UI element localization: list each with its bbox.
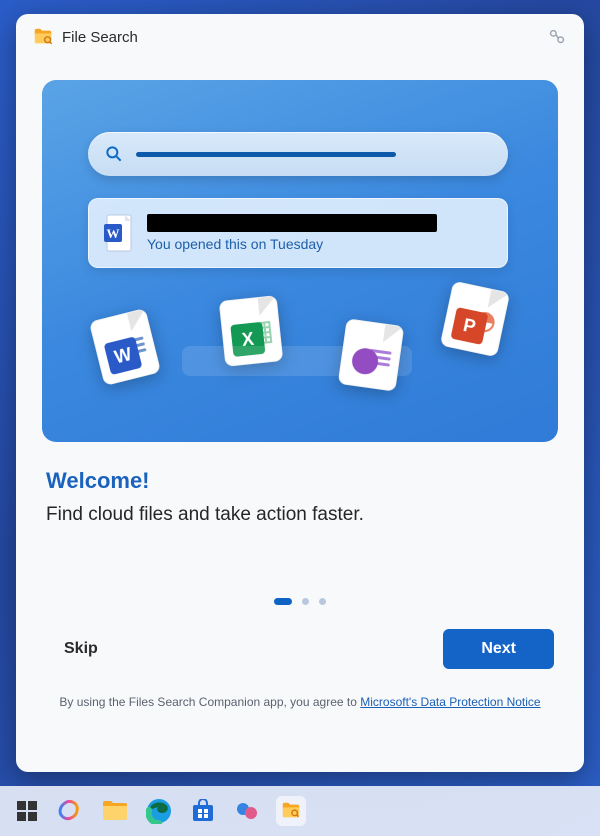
magnifier-icon [104, 144, 124, 164]
privacy-link[interactable]: Microsoft's Data Protection Notice [360, 695, 540, 709]
app-icon [32, 26, 54, 48]
taskbar-filesearch-icon[interactable] [276, 796, 306, 826]
svg-text:W: W [107, 226, 120, 241]
hero-result-subtitle: You opened this on Tuesday [147, 236, 493, 252]
taskbar-explorer-icon[interactable] [100, 796, 130, 826]
welcome-subtitle: Find cloud files and take action faster. [46, 504, 554, 526]
button-row: Skip Next [46, 629, 554, 669]
app-window: File Search W You opened this on Tuesday… [16, 14, 584, 772]
welcome-heading: Welcome! [46, 468, 554, 494]
word-file-icon: W [89, 308, 161, 386]
search-text-placeholder [136, 152, 396, 157]
hero-result-title-redacted [147, 214, 437, 232]
taskbar-edge-icon[interactable] [144, 796, 174, 826]
settings-icon[interactable] [546, 26, 568, 48]
taskbar-start-icon[interactable] [12, 796, 42, 826]
taskbar-store-icon[interactable] [188, 796, 218, 826]
app-title: File Search [62, 29, 546, 46]
page-dot-1[interactable] [274, 598, 292, 605]
page-dot-2[interactable] [302, 598, 309, 605]
footer-prefix: By using the Files Search Companion app,… [59, 695, 360, 709]
page-indicator [16, 598, 584, 605]
content-text: Welcome! Find cloud files and take actio… [46, 468, 554, 526]
taskbar-copilot-icon[interactable] [56, 796, 86, 826]
word-doc-icon: W [103, 214, 135, 252]
hero-search-bar [88, 132, 508, 176]
titlebar: File Search [16, 14, 584, 60]
taskbar [0, 786, 600, 836]
hero-illustration: W You opened this on Tuesday W X P [42, 80, 558, 442]
hero-result-card: W You opened this on Tuesday [88, 198, 508, 268]
powerpoint-file-icon: P [440, 281, 510, 358]
hero-ghost-row [182, 346, 412, 376]
footer-text: By using the Files Search Companion app,… [46, 695, 554, 709]
next-button[interactable]: Next [443, 629, 554, 669]
skip-button[interactable]: Skip [46, 630, 116, 668]
page-dot-3[interactable] [319, 598, 326, 605]
taskbar-app-icon-1[interactable] [232, 796, 262, 826]
